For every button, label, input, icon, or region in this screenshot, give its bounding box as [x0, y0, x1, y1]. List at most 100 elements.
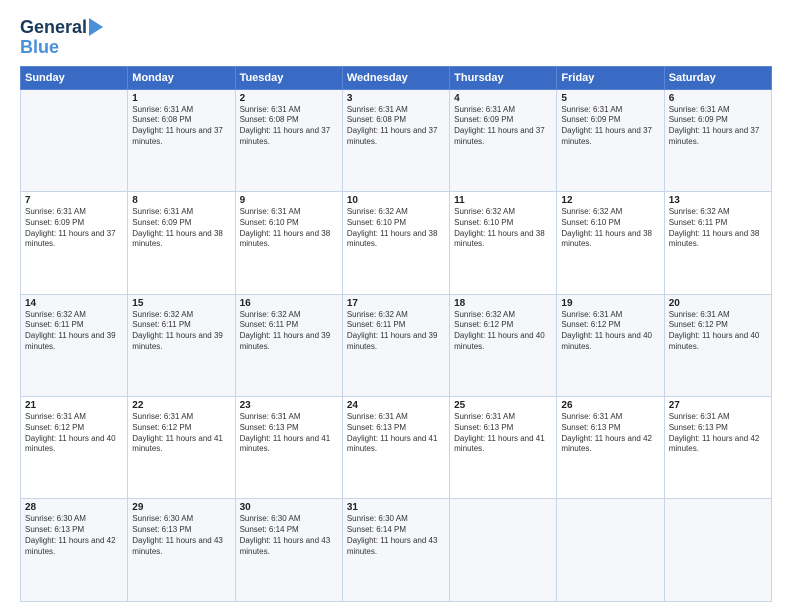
day-number: 19: [561, 298, 659, 309]
day-info: Sunrise: 6:31 AM Sunset: 6:13 PM Dayligh…: [347, 412, 445, 455]
day-info: Sunrise: 6:31 AM Sunset: 6:12 PM Dayligh…: [25, 412, 123, 455]
day-info: Sunrise: 6:31 AM Sunset: 6:13 PM Dayligh…: [454, 412, 552, 455]
day-number: 10: [347, 195, 445, 206]
day-info: Sunrise: 6:31 AM Sunset: 6:08 PM Dayligh…: [347, 105, 445, 148]
header: General Blue: [20, 18, 772, 58]
day-cell: 28Sunrise: 6:30 AM Sunset: 6:13 PM Dayli…: [21, 499, 128, 602]
day-number: 14: [25, 298, 123, 309]
week-row-5: 28Sunrise: 6:30 AM Sunset: 6:13 PM Dayli…: [21, 499, 772, 602]
day-cell: 23Sunrise: 6:31 AM Sunset: 6:13 PM Dayli…: [235, 397, 342, 499]
day-number: 24: [347, 400, 445, 411]
day-cell: 6Sunrise: 6:31 AM Sunset: 6:09 PM Daylig…: [664, 89, 771, 191]
day-number: 1: [132, 93, 230, 104]
day-cell: 21Sunrise: 6:31 AM Sunset: 6:12 PM Dayli…: [21, 397, 128, 499]
header-row: SundayMondayTuesdayWednesdayThursdayFrid…: [21, 66, 772, 89]
day-cell: 17Sunrise: 6:32 AM Sunset: 6:11 PM Dayli…: [342, 294, 449, 396]
day-cell: 20Sunrise: 6:31 AM Sunset: 6:12 PM Dayli…: [664, 294, 771, 396]
day-info: Sunrise: 6:32 AM Sunset: 6:11 PM Dayligh…: [347, 310, 445, 353]
day-cell: [557, 499, 664, 602]
day-header-monday: Monday: [128, 66, 235, 89]
day-number: 7: [25, 195, 123, 206]
day-cell: 18Sunrise: 6:32 AM Sunset: 6:12 PM Dayli…: [450, 294, 557, 396]
day-number: 16: [240, 298, 338, 309]
day-cell: 25Sunrise: 6:31 AM Sunset: 6:13 PM Dayli…: [450, 397, 557, 499]
day-number: 27: [669, 400, 767, 411]
day-number: 26: [561, 400, 659, 411]
day-info: Sunrise: 6:31 AM Sunset: 6:09 PM Dayligh…: [454, 105, 552, 148]
day-number: 3: [347, 93, 445, 104]
day-number: 18: [454, 298, 552, 309]
day-info: Sunrise: 6:31 AM Sunset: 6:09 PM Dayligh…: [669, 105, 767, 148]
day-cell: 22Sunrise: 6:31 AM Sunset: 6:12 PM Dayli…: [128, 397, 235, 499]
day-header-saturday: Saturday: [664, 66, 771, 89]
day-cell: 10Sunrise: 6:32 AM Sunset: 6:10 PM Dayli…: [342, 192, 449, 294]
day-number: 12: [561, 195, 659, 206]
day-header-tuesday: Tuesday: [235, 66, 342, 89]
day-info: Sunrise: 6:32 AM Sunset: 6:10 PM Dayligh…: [454, 207, 552, 250]
day-cell: 7Sunrise: 6:31 AM Sunset: 6:09 PM Daylig…: [21, 192, 128, 294]
day-cell: 5Sunrise: 6:31 AM Sunset: 6:09 PM Daylig…: [557, 89, 664, 191]
day-cell: 9Sunrise: 6:31 AM Sunset: 6:10 PM Daylig…: [235, 192, 342, 294]
day-number: 4: [454, 93, 552, 104]
day-cell: 24Sunrise: 6:31 AM Sunset: 6:13 PM Dayli…: [342, 397, 449, 499]
day-info: Sunrise: 6:32 AM Sunset: 6:12 PM Dayligh…: [454, 310, 552, 353]
day-cell: 26Sunrise: 6:31 AM Sunset: 6:13 PM Dayli…: [557, 397, 664, 499]
day-number: 17: [347, 298, 445, 309]
week-row-2: 7Sunrise: 6:31 AM Sunset: 6:09 PM Daylig…: [21, 192, 772, 294]
day-info: Sunrise: 6:31 AM Sunset: 6:08 PM Dayligh…: [132, 105, 230, 148]
day-info: Sunrise: 6:30 AM Sunset: 6:14 PM Dayligh…: [347, 514, 445, 557]
day-info: Sunrise: 6:30 AM Sunset: 6:13 PM Dayligh…: [25, 514, 123, 557]
day-info: Sunrise: 6:30 AM Sunset: 6:13 PM Dayligh…: [132, 514, 230, 557]
day-cell: 2Sunrise: 6:31 AM Sunset: 6:08 PM Daylig…: [235, 89, 342, 191]
day-number: 5: [561, 93, 659, 104]
week-row-4: 21Sunrise: 6:31 AM Sunset: 6:12 PM Dayli…: [21, 397, 772, 499]
day-cell: 11Sunrise: 6:32 AM Sunset: 6:10 PM Dayli…: [450, 192, 557, 294]
day-header-friday: Friday: [557, 66, 664, 89]
day-number: 15: [132, 298, 230, 309]
day-info: Sunrise: 6:31 AM Sunset: 6:12 PM Dayligh…: [669, 310, 767, 353]
page: General Blue SundayMondayTuesdayWednesda…: [0, 0, 792, 612]
day-info: Sunrise: 6:32 AM Sunset: 6:11 PM Dayligh…: [132, 310, 230, 353]
day-number: 20: [669, 298, 767, 309]
day-info: Sunrise: 6:32 AM Sunset: 6:11 PM Dayligh…: [240, 310, 338, 353]
day-number: 2: [240, 93, 338, 104]
day-info: Sunrise: 6:31 AM Sunset: 6:12 PM Dayligh…: [132, 412, 230, 455]
day-header-thursday: Thursday: [450, 66, 557, 89]
day-info: Sunrise: 6:31 AM Sunset: 6:13 PM Dayligh…: [240, 412, 338, 455]
day-info: Sunrise: 6:31 AM Sunset: 6:09 PM Dayligh…: [561, 105, 659, 148]
day-info: Sunrise: 6:32 AM Sunset: 6:11 PM Dayligh…: [669, 207, 767, 250]
day-number: 31: [347, 502, 445, 513]
day-number: 28: [25, 502, 123, 513]
day-header-sunday: Sunday: [21, 66, 128, 89]
day-cell: 30Sunrise: 6:30 AM Sunset: 6:14 PM Dayli…: [235, 499, 342, 602]
day-info: Sunrise: 6:32 AM Sunset: 6:11 PM Dayligh…: [25, 310, 123, 353]
day-number: 21: [25, 400, 123, 411]
logo: General Blue: [20, 18, 103, 58]
day-info: Sunrise: 6:31 AM Sunset: 6:12 PM Dayligh…: [561, 310, 659, 353]
day-cell: 1Sunrise: 6:31 AM Sunset: 6:08 PM Daylig…: [128, 89, 235, 191]
day-info: Sunrise: 6:32 AM Sunset: 6:10 PM Dayligh…: [347, 207, 445, 250]
day-cell: 4Sunrise: 6:31 AM Sunset: 6:09 PM Daylig…: [450, 89, 557, 191]
day-number: 11: [454, 195, 552, 206]
day-cell: 27Sunrise: 6:31 AM Sunset: 6:13 PM Dayli…: [664, 397, 771, 499]
logo-text-general: General: [20, 18, 87, 38]
day-cell: 15Sunrise: 6:32 AM Sunset: 6:11 PM Dayli…: [128, 294, 235, 396]
day-number: 9: [240, 195, 338, 206]
day-cell: 16Sunrise: 6:32 AM Sunset: 6:11 PM Dayli…: [235, 294, 342, 396]
week-row-3: 14Sunrise: 6:32 AM Sunset: 6:11 PM Dayli…: [21, 294, 772, 396]
logo-text-blue: Blue: [20, 38, 59, 58]
day-info: Sunrise: 6:31 AM Sunset: 6:13 PM Dayligh…: [561, 412, 659, 455]
day-number: 6: [669, 93, 767, 104]
day-number: 13: [669, 195, 767, 206]
day-number: 8: [132, 195, 230, 206]
day-cell: 13Sunrise: 6:32 AM Sunset: 6:11 PM Dayli…: [664, 192, 771, 294]
day-cell: 19Sunrise: 6:31 AM Sunset: 6:12 PM Dayli…: [557, 294, 664, 396]
day-cell: 29Sunrise: 6:30 AM Sunset: 6:13 PM Dayli…: [128, 499, 235, 602]
day-info: Sunrise: 6:31 AM Sunset: 6:08 PM Dayligh…: [240, 105, 338, 148]
week-row-1: 1Sunrise: 6:31 AM Sunset: 6:08 PM Daylig…: [21, 89, 772, 191]
day-cell: 3Sunrise: 6:31 AM Sunset: 6:08 PM Daylig…: [342, 89, 449, 191]
day-header-wednesday: Wednesday: [342, 66, 449, 89]
day-number: 29: [132, 502, 230, 513]
calendar-table: SundayMondayTuesdayWednesdayThursdayFrid…: [20, 66, 772, 602]
day-cell: 12Sunrise: 6:32 AM Sunset: 6:10 PM Dayli…: [557, 192, 664, 294]
